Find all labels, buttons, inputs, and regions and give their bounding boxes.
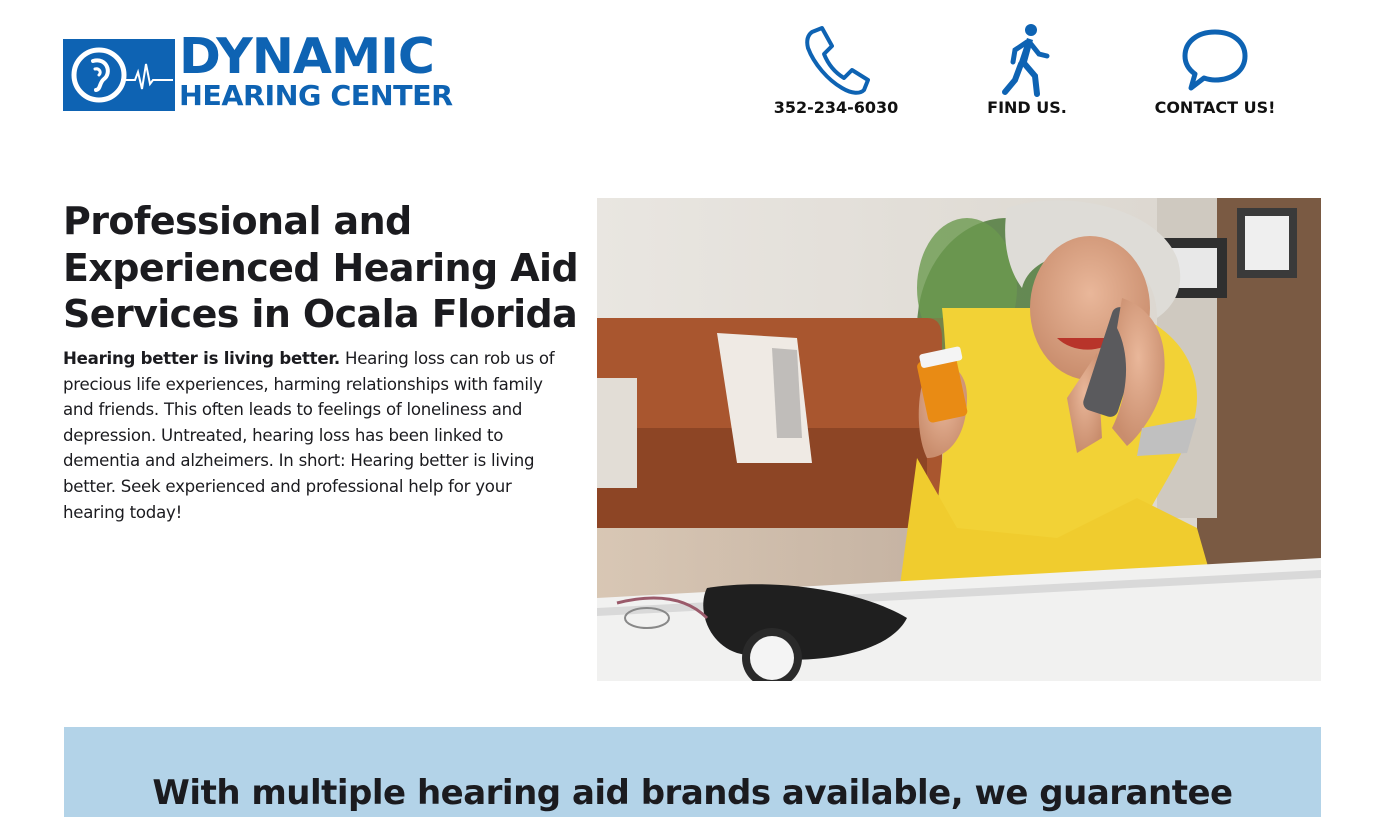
find-us-label: FIND US.	[987, 98, 1067, 117]
contact-us-label: CONTACT US!	[1154, 98, 1276, 117]
phone-icon	[805, 26, 870, 95]
walking-person-icon	[1002, 24, 1050, 97]
contact-us-link[interactable]: CONTACT US!	[1142, 22, 1288, 118]
speech-bubble-icon	[1182, 29, 1248, 91]
site-logo[interactable]: DYNAMIC HEARING CENTER	[63, 32, 471, 112]
ear-heartbeat-logo-icon	[63, 39, 175, 111]
phone-link[interactable]: 352-234-6030	[760, 22, 912, 118]
hero-lead-bold: Hearing better is living better.	[63, 349, 340, 368]
hero-photo	[597, 198, 1321, 681]
hero-paragraph: Hearing better is living better. Hearing…	[63, 346, 573, 525]
find-us-link[interactable]: FIND US.	[972, 22, 1082, 118]
banner-heading: With multiple hearing aid brands availab…	[152, 773, 1233, 813]
logo-wordmark-dynamic: DYNAMIC	[179, 28, 435, 85]
logo-wordmark-hearing-center: HEARING CENTER	[179, 79, 453, 112]
hero-heading: Professional and Experienced Hearing Aid…	[63, 199, 579, 336]
phone-number-label: 352-234-6030	[773, 98, 899, 117]
hero-body-text: Hearing loss can rob us of precious life…	[63, 349, 555, 522]
brands-banner: With multiple hearing aid brands availab…	[64, 727, 1321, 817]
